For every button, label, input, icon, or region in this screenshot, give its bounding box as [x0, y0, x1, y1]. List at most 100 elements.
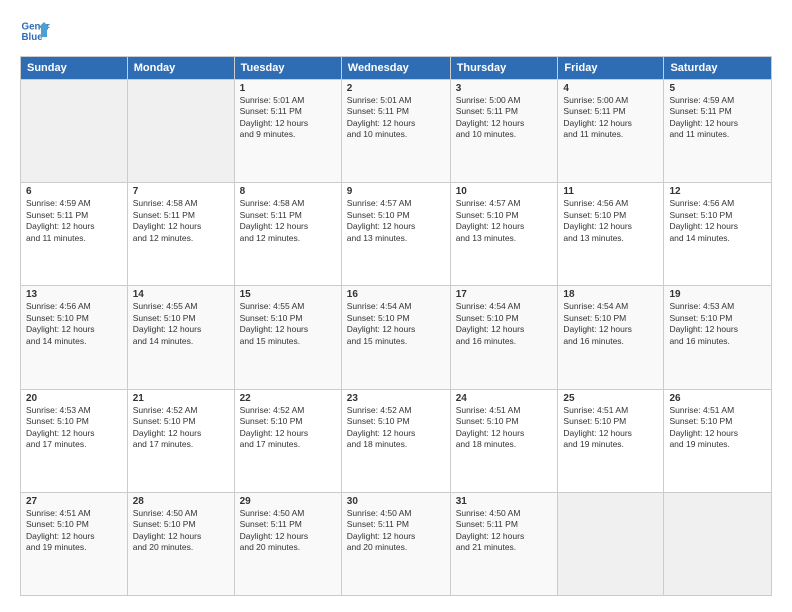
week-row-0: 1Sunrise: 5:01 AM Sunset: 5:11 PM Daylig…	[21, 80, 772, 183]
week-row-1: 6Sunrise: 4:59 AM Sunset: 5:11 PM Daylig…	[21, 183, 772, 286]
day-header-saturday: Saturday	[664, 57, 772, 80]
week-row-2: 13Sunrise: 4:56 AM Sunset: 5:10 PM Dayli…	[21, 286, 772, 389]
day-cell: 31Sunrise: 4:50 AM Sunset: 5:11 PM Dayli…	[450, 492, 558, 595]
header-row: SundayMondayTuesdayWednesdayThursdayFrid…	[21, 57, 772, 80]
day-number: 20	[26, 393, 122, 404]
calendar-body: 1Sunrise: 5:01 AM Sunset: 5:11 PM Daylig…	[21, 80, 772, 596]
day-number: 8	[240, 186, 336, 197]
day-number: 1	[240, 83, 336, 94]
day-cell: 6Sunrise: 4:59 AM Sunset: 5:11 PM Daylig…	[21, 183, 128, 286]
day-cell: 5Sunrise: 4:59 AM Sunset: 5:11 PM Daylig…	[664, 80, 772, 183]
day-info: Sunrise: 4:54 AM Sunset: 5:10 PM Dayligh…	[456, 301, 553, 347]
day-info: Sunrise: 4:56 AM Sunset: 5:10 PM Dayligh…	[669, 198, 766, 244]
day-cell: 8Sunrise: 4:58 AM Sunset: 5:11 PM Daylig…	[234, 183, 341, 286]
day-number: 7	[133, 186, 229, 197]
day-cell: 1Sunrise: 5:01 AM Sunset: 5:11 PM Daylig…	[234, 80, 341, 183]
week-row-4: 27Sunrise: 4:51 AM Sunset: 5:10 PM Dayli…	[21, 492, 772, 595]
day-number: 14	[133, 289, 229, 300]
day-cell: 25Sunrise: 4:51 AM Sunset: 5:10 PM Dayli…	[558, 389, 664, 492]
day-info: Sunrise: 4:59 AM Sunset: 5:11 PM Dayligh…	[669, 95, 766, 141]
day-header-thursday: Thursday	[450, 57, 558, 80]
day-cell: 26Sunrise: 4:51 AM Sunset: 5:10 PM Dayli…	[664, 389, 772, 492]
header: General Blue	[20, 16, 772, 46]
day-info: Sunrise: 4:54 AM Sunset: 5:10 PM Dayligh…	[347, 301, 445, 347]
calendar-header: SundayMondayTuesdayWednesdayThursdayFrid…	[21, 57, 772, 80]
day-number: 24	[456, 393, 553, 404]
day-info: Sunrise: 4:51 AM Sunset: 5:10 PM Dayligh…	[563, 405, 658, 451]
day-number: 19	[669, 289, 766, 300]
day-cell: 4Sunrise: 5:00 AM Sunset: 5:11 PM Daylig…	[558, 80, 664, 183]
day-info: Sunrise: 4:52 AM Sunset: 5:10 PM Dayligh…	[347, 405, 445, 451]
day-info: Sunrise: 4:50 AM Sunset: 5:10 PM Dayligh…	[133, 508, 229, 554]
day-number: 31	[456, 496, 553, 507]
day-info: Sunrise: 4:56 AM Sunset: 5:10 PM Dayligh…	[26, 301, 122, 347]
day-number: 16	[347, 289, 445, 300]
day-header-wednesday: Wednesday	[341, 57, 450, 80]
day-cell: 21Sunrise: 4:52 AM Sunset: 5:10 PM Dayli…	[127, 389, 234, 492]
day-cell	[664, 492, 772, 595]
day-cell	[558, 492, 664, 595]
day-number: 13	[26, 289, 122, 300]
day-number: 22	[240, 393, 336, 404]
day-number: 23	[347, 393, 445, 404]
day-cell: 22Sunrise: 4:52 AM Sunset: 5:10 PM Dayli…	[234, 389, 341, 492]
day-cell: 24Sunrise: 4:51 AM Sunset: 5:10 PM Dayli…	[450, 389, 558, 492]
day-number: 6	[26, 186, 122, 197]
day-info: Sunrise: 4:55 AM Sunset: 5:10 PM Dayligh…	[133, 301, 229, 347]
day-cell	[127, 80, 234, 183]
day-cell: 15Sunrise: 4:55 AM Sunset: 5:10 PM Dayli…	[234, 286, 341, 389]
day-cell: 16Sunrise: 4:54 AM Sunset: 5:10 PM Dayli…	[341, 286, 450, 389]
day-info: Sunrise: 4:51 AM Sunset: 5:10 PM Dayligh…	[26, 508, 122, 554]
day-number: 18	[563, 289, 658, 300]
day-header-monday: Monday	[127, 57, 234, 80]
day-info: Sunrise: 5:01 AM Sunset: 5:11 PM Dayligh…	[240, 95, 336, 141]
day-number: 10	[456, 186, 553, 197]
day-number: 9	[347, 186, 445, 197]
day-number: 5	[669, 83, 766, 94]
calendar: SundayMondayTuesdayWednesdayThursdayFrid…	[20, 56, 772, 596]
day-cell: 10Sunrise: 4:57 AM Sunset: 5:10 PM Dayli…	[450, 183, 558, 286]
day-info: Sunrise: 4:58 AM Sunset: 5:11 PM Dayligh…	[133, 198, 229, 244]
day-header-tuesday: Tuesday	[234, 57, 341, 80]
day-info: Sunrise: 4:53 AM Sunset: 5:10 PM Dayligh…	[26, 405, 122, 451]
day-cell: 3Sunrise: 5:00 AM Sunset: 5:11 PM Daylig…	[450, 80, 558, 183]
day-number: 29	[240, 496, 336, 507]
day-number: 2	[347, 83, 445, 94]
day-cell: 27Sunrise: 4:51 AM Sunset: 5:10 PM Dayli…	[21, 492, 128, 595]
day-number: 25	[563, 393, 658, 404]
day-number: 30	[347, 496, 445, 507]
day-cell: 2Sunrise: 5:01 AM Sunset: 5:11 PM Daylig…	[341, 80, 450, 183]
day-cell: 30Sunrise: 4:50 AM Sunset: 5:11 PM Dayli…	[341, 492, 450, 595]
day-cell: 20Sunrise: 4:53 AM Sunset: 5:10 PM Dayli…	[21, 389, 128, 492]
day-number: 15	[240, 289, 336, 300]
page: General Blue SundayMondayTuesdayWednesda…	[0, 0, 792, 612]
day-number: 26	[669, 393, 766, 404]
day-info: Sunrise: 4:54 AM Sunset: 5:10 PM Dayligh…	[563, 301, 658, 347]
day-cell: 19Sunrise: 4:53 AM Sunset: 5:10 PM Dayli…	[664, 286, 772, 389]
day-info: Sunrise: 4:56 AM Sunset: 5:10 PM Dayligh…	[563, 198, 658, 244]
day-number: 17	[456, 289, 553, 300]
week-row-3: 20Sunrise: 4:53 AM Sunset: 5:10 PM Dayli…	[21, 389, 772, 492]
day-cell: 13Sunrise: 4:56 AM Sunset: 5:10 PM Dayli…	[21, 286, 128, 389]
svg-text:Blue: Blue	[22, 32, 44, 43]
day-cell: 11Sunrise: 4:56 AM Sunset: 5:10 PM Dayli…	[558, 183, 664, 286]
day-number: 28	[133, 496, 229, 507]
day-info: Sunrise: 4:53 AM Sunset: 5:10 PM Dayligh…	[669, 301, 766, 347]
day-cell: 29Sunrise: 4:50 AM Sunset: 5:11 PM Dayli…	[234, 492, 341, 595]
day-number: 11	[563, 186, 658, 197]
day-info: Sunrise: 5:00 AM Sunset: 5:11 PM Dayligh…	[456, 95, 553, 141]
day-info: Sunrise: 4:58 AM Sunset: 5:11 PM Dayligh…	[240, 198, 336, 244]
day-info: Sunrise: 4:51 AM Sunset: 5:10 PM Dayligh…	[669, 405, 766, 451]
day-cell: 17Sunrise: 4:54 AM Sunset: 5:10 PM Dayli…	[450, 286, 558, 389]
day-cell: 14Sunrise: 4:55 AM Sunset: 5:10 PM Dayli…	[127, 286, 234, 389]
logo: General Blue	[20, 16, 50, 46]
calendar-table: SundayMondayTuesdayWednesdayThursdayFrid…	[20, 56, 772, 596]
day-cell	[21, 80, 128, 183]
day-info: Sunrise: 5:01 AM Sunset: 5:11 PM Dayligh…	[347, 95, 445, 141]
day-cell: 28Sunrise: 4:50 AM Sunset: 5:10 PM Dayli…	[127, 492, 234, 595]
day-number: 3	[456, 83, 553, 94]
day-info: Sunrise: 4:55 AM Sunset: 5:10 PM Dayligh…	[240, 301, 336, 347]
day-info: Sunrise: 4:50 AM Sunset: 5:11 PM Dayligh…	[456, 508, 553, 554]
day-number: 4	[563, 83, 658, 94]
day-number: 12	[669, 186, 766, 197]
